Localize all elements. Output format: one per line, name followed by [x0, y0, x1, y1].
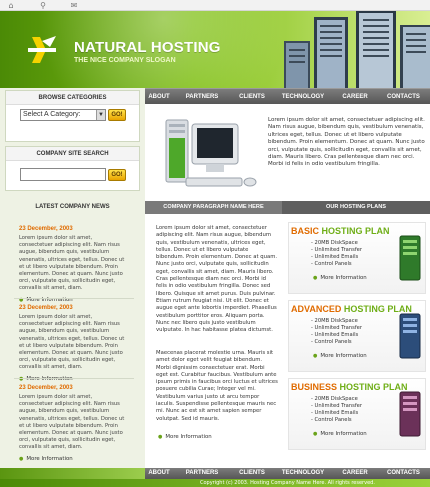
news-more-link[interactable]: More Information — [19, 456, 126, 462]
search-box: COMPANY SITE SEARCH GO! — [5, 146, 140, 191]
plan-card-business: BUSINESS HOSTING PLAN - 20MB DiskSpace -… — [288, 378, 426, 450]
plan-feature: - Unlimited Emails — [311, 254, 359, 260]
footer-nav-contacts[interactable]: CONTACTS — [377, 468, 430, 479]
hero-section: Lorem ipsum dolor sit amet, consectetuer… — [145, 104, 430, 201]
footer-nav-clients[interactable]: CLIENTS — [229, 468, 275, 479]
server-icon — [399, 313, 421, 359]
search-title: COMPANY SITE SEARCH — [6, 147, 139, 161]
footer-nav-career[interactable]: CAREER — [333, 468, 377, 479]
plan-feature: - 20MB DiskSpace — [311, 318, 358, 324]
search-go-button[interactable]: GO! — [108, 169, 126, 181]
news-text: Lorem ipsum dolor sit amet, consectetuer… — [19, 314, 125, 371]
plan-title: BASIC HOSTING PLAN — [291, 226, 390, 236]
plan-title: ADVANCED HOSTING PLAN — [291, 304, 412, 314]
hosting-plans-heading: OUR HOSTING PLANS — [282, 201, 430, 214]
plan-feature: - Control Panels — [311, 339, 352, 345]
divider — [14, 298, 134, 299]
footer-nav: ABOUT PARTNERS CLIENTS TECHNOLOGY CAREER… — [145, 468, 430, 479]
plan-features: - 20MB DiskSpace - Unlimited Transfer - … — [311, 396, 362, 424]
news-title: LATEST COMPANY NEWS — [5, 200, 140, 214]
site-title[interactable]: NATURAL HOSTING — [74, 39, 221, 56]
mail-icon[interactable]: ✉ — [67, 1, 81, 10]
divider — [14, 378, 134, 379]
top-utility-bar: ⌂ ⚲ ✉ — [0, 0, 430, 11]
computer-illustration — [165, 119, 257, 187]
browse-go-button[interactable]: GO! — [108, 109, 126, 121]
paragraph-2: Maecenas placerat molestie urna. Mauris … — [156, 350, 278, 422]
company-paragraph-heading: COMPANY PARAGRAPH NAME HERE — [145, 201, 282, 214]
plan-name: ADVANCED — [291, 304, 342, 314]
plan-feature: - Unlimited Transfer — [311, 247, 363, 253]
sidebar: BROWSE CATEGORIES Select A Category: ▼ G… — [0, 88, 145, 468]
footer-nav-about[interactable]: ABOUT — [145, 468, 173, 479]
plan-card-advanced: ADVANCED HOSTING PLAN - 20MB DiskSpace -… — [288, 300, 426, 372]
browse-box: BROWSE CATEGORIES Select A Category: ▼ G… — [5, 90, 140, 142]
plan-feature: - Unlimited Transfer — [311, 403, 363, 409]
paragraph-more-link[interactable]: More Information — [158, 434, 211, 440]
home-icon[interactable]: ⌂ — [4, 1, 18, 10]
server-towers-graphic — [284, 11, 430, 88]
hosting-plans: BASIC HOSTING PLAN - 20MB DiskSpace - Un… — [282, 214, 430, 468]
footer-left-strip — [0, 468, 145, 479]
plan-name: BUSINESS — [291, 382, 338, 392]
plan-features: - 20MB DiskSpace - Unlimited Transfer - … — [311, 240, 362, 268]
news-date: 23 December, 2003 — [19, 385, 73, 391]
copyright-text: Copyright (c) 2003. Hosting Company Name… — [200, 480, 375, 486]
footer-nav-partners[interactable]: PARTNERS — [175, 468, 229, 479]
plan-name: BASIC — [291, 226, 320, 236]
news-text: Lorem ipsum dolor sit amet, consectetuer… — [19, 394, 125, 451]
category-select-value: Select A Category: — [23, 111, 81, 118]
news-item: 23 December, 2003 Lorem ipsum dolor sit … — [5, 226, 140, 303]
paragraph-1: Lorem ipsum dolor sit amet, consectetuer… — [156, 225, 278, 334]
plan-suffix: HOSTING PLAN — [339, 382, 408, 392]
plan-feature: - Unlimited Transfer — [311, 325, 363, 331]
news-item: 23 December, 2003 Lorem ipsum dolor sit … — [5, 305, 140, 382]
news-box: LATEST COMPANY NEWS — [5, 200, 140, 214]
hero-text: Lorem ipsum dolor sit amet, consectetuer… — [268, 117, 425, 168]
search-input[interactable] — [20, 168, 106, 181]
search-icon[interactable]: ⚲ — [36, 1, 50, 10]
plan-more-link[interactable]: More Information — [313, 275, 366, 281]
footer-nav-technology[interactable]: TECHNOLOGY — [275, 468, 331, 479]
plan-feature: - Unlimited Emails — [311, 410, 359, 416]
logo-icon[interactable] — [26, 33, 60, 67]
plan-features: - 20MB DiskSpace - Unlimited Transfer - … — [311, 318, 362, 346]
chevron-down-icon[interactable]: ▼ — [96, 110, 105, 120]
nav-career[interactable]: CAREER — [333, 89, 377, 105]
plan-feature: - 20MB DiskSpace — [311, 396, 358, 402]
nav-partners[interactable]: PARTNERS — [175, 89, 229, 105]
news-date: 23 December, 2003 — [19, 226, 73, 232]
plan-feature: - 20MB DiskSpace — [311, 240, 358, 246]
main-nav: ABOUT PARTNERS CLIENTS TECHNOLOGY CAREER… — [145, 88, 430, 104]
site-slogan: THE NICE COMPANY SLOGAN — [74, 57, 176, 64]
company-paragraph: Lorem ipsum dolor sit amet, consectetuer… — [145, 214, 282, 468]
plan-feature: - Unlimited Emails — [311, 332, 359, 338]
plan-feature: - Control Panels — [311, 417, 352, 423]
nav-about[interactable]: ABOUT — [145, 89, 173, 105]
news-item: 23 December, 2003 Lorem ipsum dolor sit … — [5, 385, 140, 462]
plan-title: BUSINESS HOSTING PLAN — [291, 382, 408, 392]
plan-suffix: HOSTING PLAN — [321, 226, 390, 236]
server-icon — [399, 391, 421, 437]
nav-technology[interactable]: TECHNOLOGY — [275, 89, 331, 105]
nav-clients[interactable]: CLIENTS — [229, 89, 275, 105]
plan-more-link[interactable]: More Information — [313, 353, 366, 359]
browse-title: BROWSE CATEGORIES — [6, 91, 139, 105]
plan-feature: - Control Panels — [311, 261, 352, 267]
category-select[interactable]: Select A Category: ▼ — [20, 109, 106, 121]
server-icon — [399, 235, 421, 281]
news-date: 23 December, 2003 — [19, 305, 73, 311]
news-text: Lorem ipsum dolor sit amet, consectetuer… — [19, 235, 125, 292]
nav-contacts[interactable]: CONTACTS — [377, 89, 430, 105]
site-footer: Copyright (c) 2003. Hosting Company Name… — [0, 479, 430, 487]
plan-more-link[interactable]: More Information — [313, 431, 366, 437]
plan-card-basic: BASIC HOSTING PLAN - 20MB DiskSpace - Un… — [288, 222, 426, 294]
